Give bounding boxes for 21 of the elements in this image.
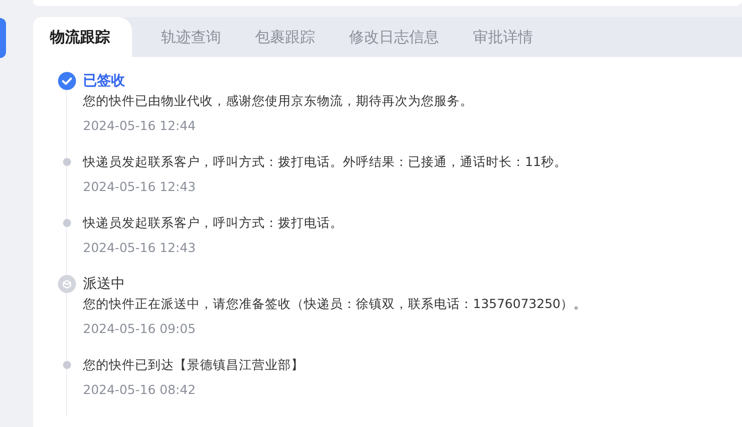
status-title: 已签收	[83, 72, 126, 91]
tab[interactable]: 审批详情	[456, 17, 550, 57]
event-text: 快递员发起联系客户，呼叫方式：拨打电话。外呼结果：已接通，通话时长：11秒。	[83, 153, 568, 171]
status-title: 派送中	[83, 275, 126, 294]
event-time: 2024-05-16 08:42	[83, 381, 197, 399]
tab[interactable]: 包裹跟踪	[238, 17, 332, 57]
event-time: 2024-05-16 12:43	[83, 178, 197, 196]
event-text: 您的快件正在派送中，请您准备签收（快递员：徐镇双，联系电话：13576073250）。	[83, 295, 588, 313]
event-text: 快递员发起联系客户，呼叫方式：拨打电话。	[83, 214, 344, 232]
event-text: 您的快件已到达【景德镇昌江营业部】	[83, 356, 305, 374]
timeline-dot	[63, 219, 71, 227]
timeline-dot	[63, 361, 71, 369]
event-time: 2024-05-16 09:05	[83, 320, 197, 338]
tab[interactable]: 修改日志信息	[332, 17, 456, 57]
event-time: 2024-05-16 12:44	[83, 117, 197, 135]
tab[interactable]: 物流跟踪	[33, 17, 132, 57]
event-time: 2024-05-16 12:43	[83, 239, 197, 257]
collapse-button[interactable]	[0, 18, 6, 58]
tab[interactable]: 轨迹查询	[144, 17, 238, 57]
timeline-dot	[63, 158, 71, 166]
event-text: 您的快件已由物业代收，感谢您使用京东物流，期待再次为您服务。	[83, 92, 474, 110]
